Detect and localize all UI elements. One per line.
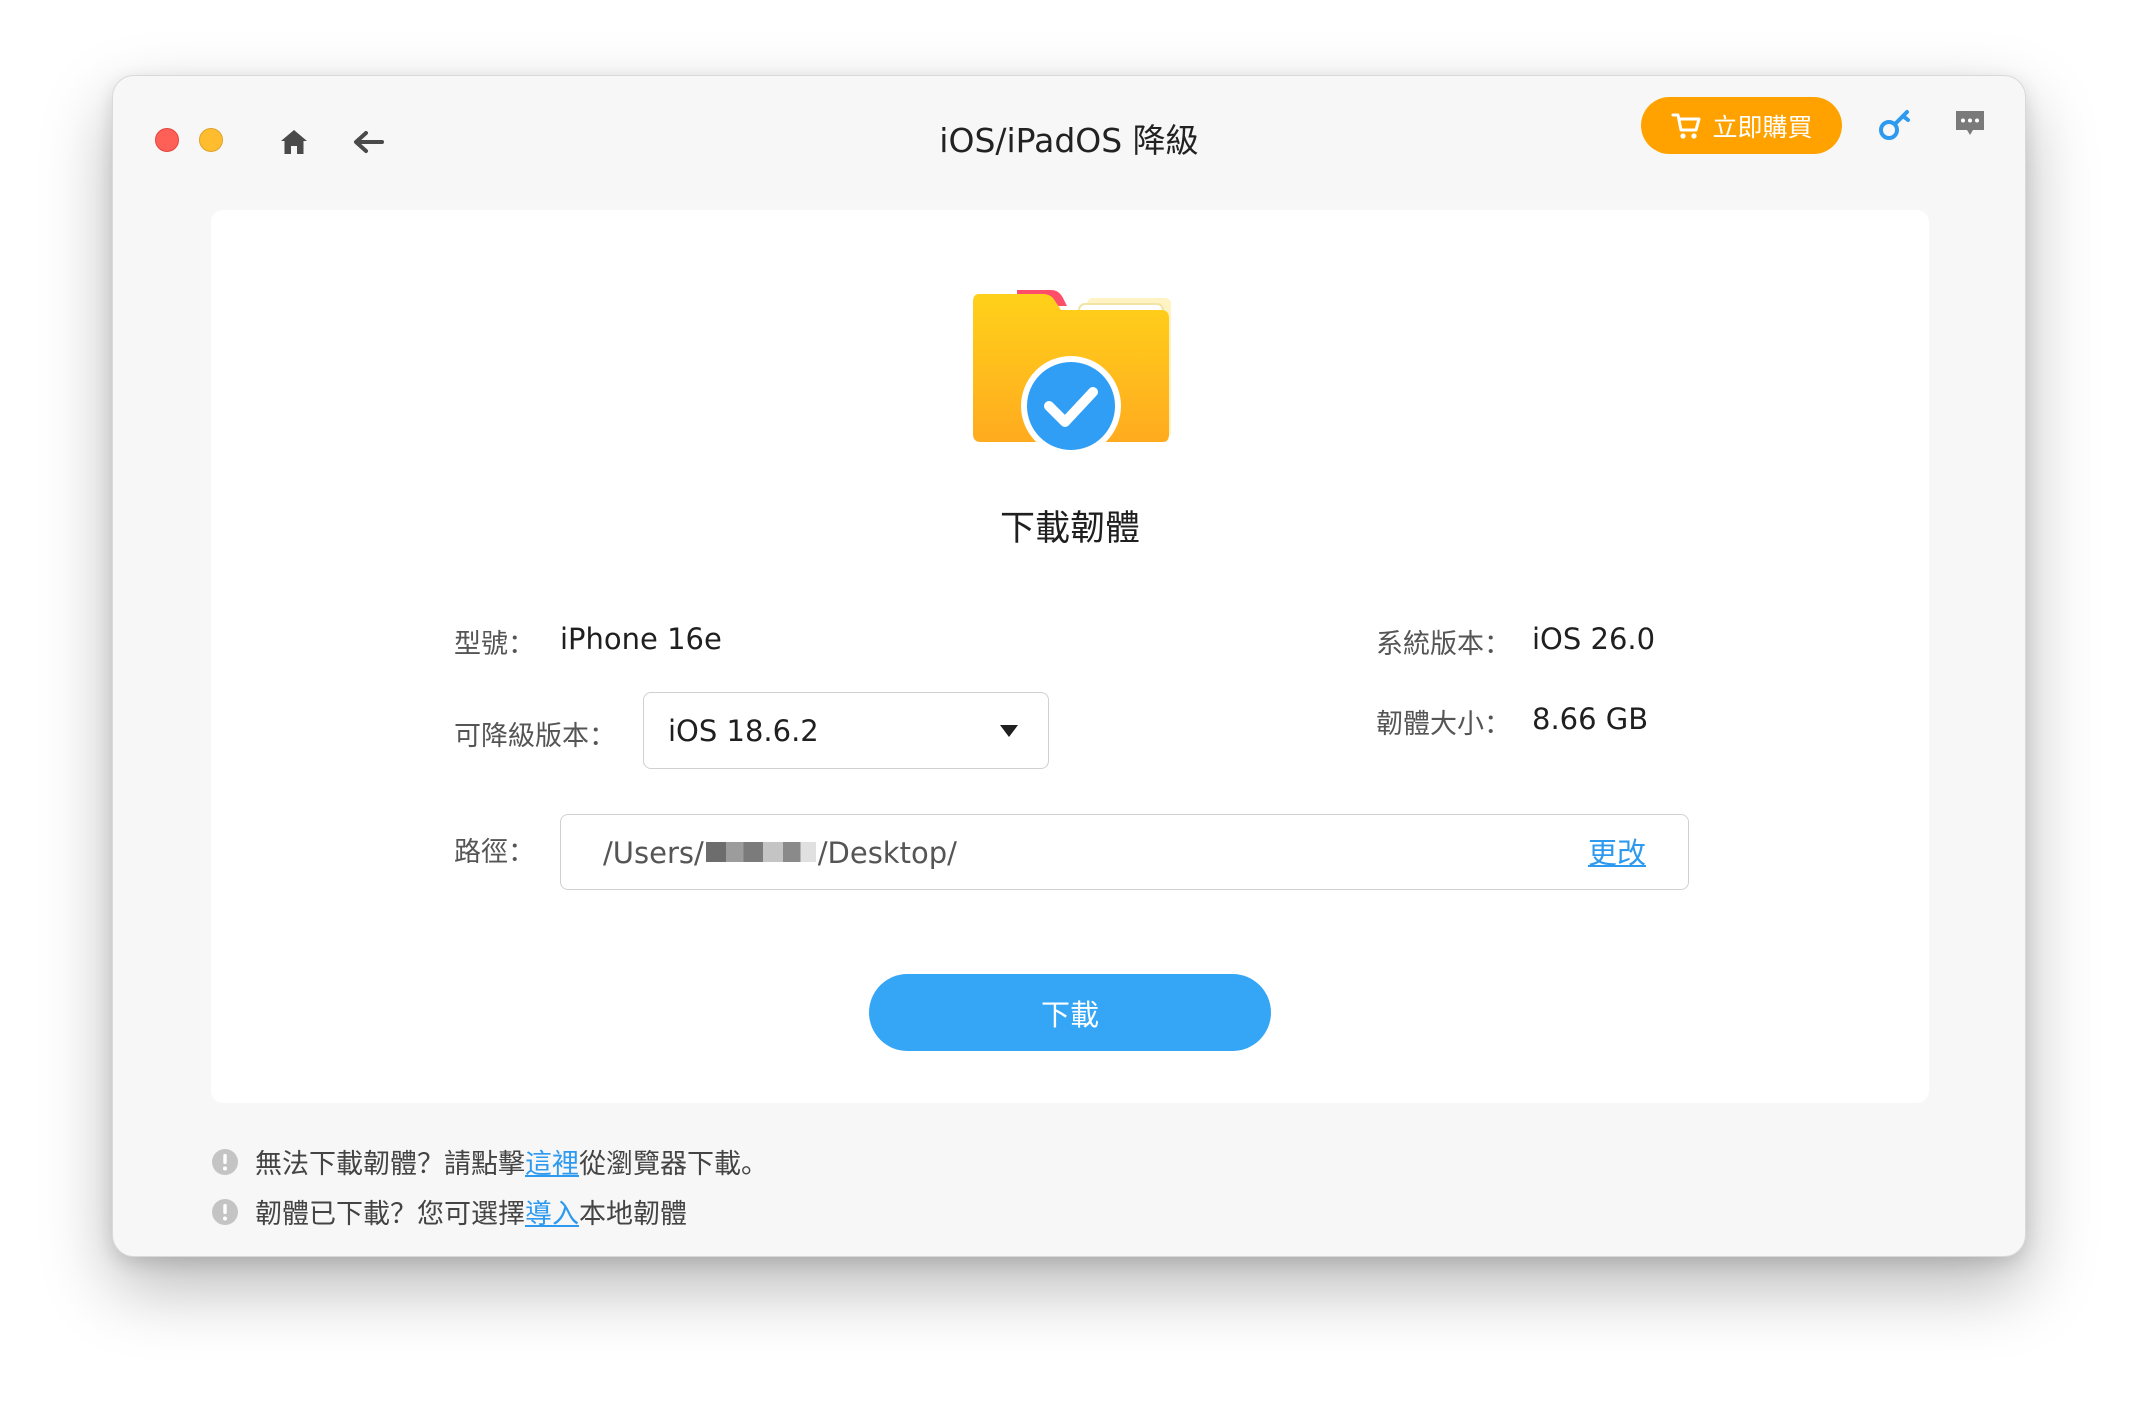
downgrade-version-value: iOS 18.6.2	[668, 714, 819, 748]
downgrade-version-label: 可降級版本：	[454, 721, 616, 752]
system-version-label: 系統版本：	[1376, 629, 1511, 660]
folder-check-icon	[973, 290, 1171, 456]
close-window-button[interactable]	[155, 128, 179, 152]
path-label: 路徑：	[454, 837, 535, 868]
app-window: iOS/iPadOS 降級 立即購買 下載韌體 型號： iPhone 16e 系…	[112, 75, 2026, 1257]
redacted-username	[705, 842, 816, 862]
home-icon[interactable]	[278, 126, 310, 158]
dropdown-caret-icon	[1000, 725, 1018, 737]
save-path-value: /Users//Desktop/	[603, 836, 957, 870]
buy-now-button[interactable]: 立即購買	[1641, 97, 1842, 154]
change-path-link[interactable]: 更改	[1588, 815, 1646, 891]
browser-download-link[interactable]: 這裡	[525, 1142, 579, 1181]
model-label: 型號：	[454, 629, 535, 660]
cart-icon	[1671, 113, 1701, 139]
buy-now-label: 立即購買	[1712, 112, 1813, 142]
download-button[interactable]: 下載	[869, 974, 1271, 1051]
browser-download-note: 無法下載韌體？請點擊 這裡 從瀏覽器下載。	[211, 1142, 768, 1181]
key-icon[interactable]	[1877, 106, 1913, 142]
download-firmware-panel: 下載韌體 型號： iPhone 16e 系統版本： iOS 26.0 可降級版本…	[211, 210, 1929, 1103]
model-value: iPhone 16e	[560, 622, 722, 656]
system-version-value: iOS 26.0	[1532, 622, 1656, 656]
firmware-size-label: 韌體大小：	[1376, 709, 1511, 740]
downgrade-version-select[interactable]: iOS 18.6.2	[643, 692, 1049, 769]
panel-title: 下載韌體	[999, 509, 1140, 549]
back-arrow-icon[interactable]	[353, 126, 385, 158]
info-alert-icon	[212, 1148, 238, 1175]
import-firmware-note: 韌體已下載？您可選擇 導入 本地韌體	[211, 1192, 687, 1231]
minimize-window-button[interactable]	[199, 128, 223, 152]
save-path-field[interactable]: /Users//Desktop/ 更改	[560, 814, 1689, 890]
feedback-icon[interactable]	[1953, 108, 1987, 140]
info-alert-icon	[212, 1198, 238, 1225]
import-firmware-link[interactable]: 導入	[525, 1192, 579, 1231]
firmware-size-value: 8.66 GB	[1532, 702, 1649, 736]
